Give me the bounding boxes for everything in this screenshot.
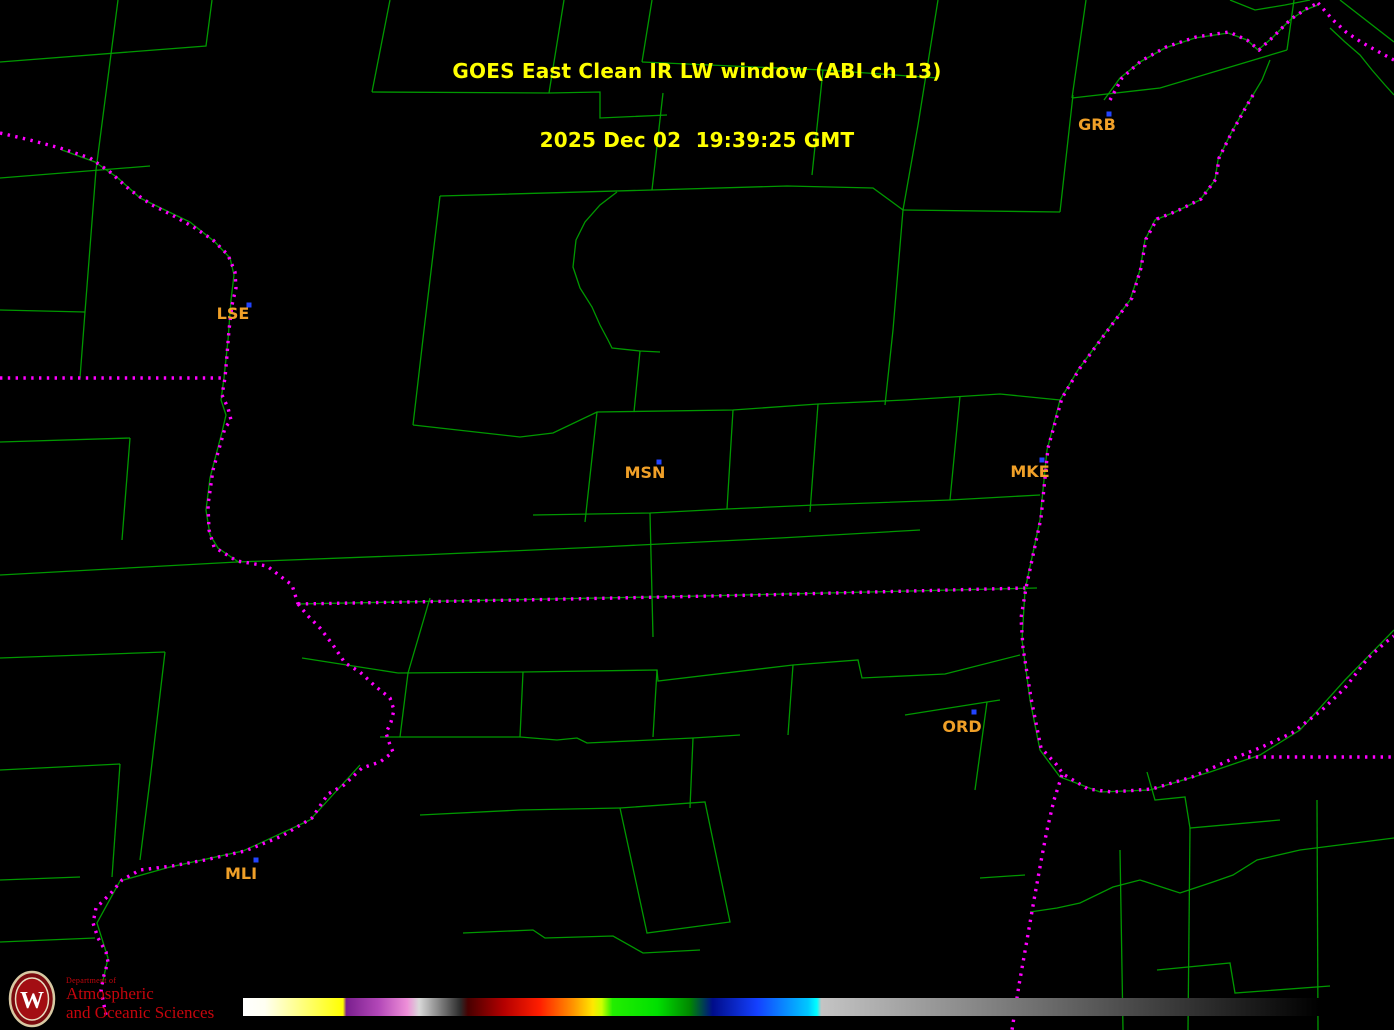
logo-line2: and Oceanic Sciences [66, 1003, 215, 1022]
state-border-dotted-line [1010, 774, 1064, 1030]
county-boundary-line [1229, 0, 1311, 11]
temperature-colorbar [243, 998, 1330, 1016]
county-boundary-line [380, 734, 741, 744]
city-label-lse: LSE [217, 304, 250, 323]
satellite-image-viewport: LSE GRB MSN MKE ORD MLI GOES East Clean IR LW… [0, 0, 1394, 1030]
city-label-mli: MLI [225, 864, 257, 883]
county-boundary-line [301, 657, 399, 674]
state-border-dotted-line [91, 602, 396, 1021]
county-boundary-line [809, 403, 819, 513]
county-boundary-line [1286, 0, 1295, 51]
county-boundary-line [0, 876, 81, 881]
county-boundary-line [1146, 771, 1281, 829]
county-boundary-line [0, 937, 96, 943]
county-boundary-line [689, 737, 694, 809]
county-boundary-line [641, 0, 653, 63]
county-boundary-line [519, 671, 524, 738]
state-boundaries [0, 1, 1394, 1030]
county-boundary-line [572, 191, 661, 353]
state-border-dotted-line [0, 131, 300, 605]
county-boundary-line [121, 437, 131, 541]
county-boundary-line [652, 669, 658, 738]
county-boundary-line [651, 92, 664, 191]
county-boundary-line [0, 437, 131, 443]
logo-line1: Atmospheric [66, 984, 154, 1003]
county-boundary-line [61, 149, 241, 564]
county-boundary-line [407, 597, 431, 674]
county-boundary-line [0, 763, 121, 771]
uw-aos-logo-text: Department of Atmospheric and Oceanic Sc… [66, 976, 214, 1022]
county-boundary-line [0, 651, 166, 659]
city-label-grb: GRB [1078, 115, 1116, 134]
uw-aos-logo: W Department of Atmospheric and Oceanic … [8, 970, 214, 1028]
county-boundary-line [1029, 837, 1394, 913]
county-boundary-line [79, 0, 119, 379]
county-boundary-line [371, 0, 391, 93]
city-markers: LSE GRB MSN MKE ORD MLI [217, 111, 1116, 883]
county-boundary-line [412, 195, 441, 426]
county-boundary-line [0, 309, 86, 313]
satellite-map: LSE GRB MSN MKE ORD MLI [0, 0, 1394, 1030]
county-boundary-line [399, 672, 409, 738]
county-boundary-line [439, 185, 904, 211]
county-boundary-line [1021, 59, 1394, 793]
county-boundary-line [619, 801, 731, 934]
county-boundary-line [787, 664, 794, 736]
city-label-msn: MSN [625, 463, 666, 482]
county-boundary-line [1071, 49, 1288, 99]
county-boundary-line [979, 874, 1026, 879]
county-boundary-line [371, 91, 668, 119]
county-boundary-line [462, 929, 701, 954]
city-label-mke: MKE [1010, 462, 1049, 481]
county-boundary-line [548, 0, 565, 94]
uw-crest-icon: W [8, 970, 56, 1028]
county-boundary-line [0, 0, 213, 63]
county-boundary-line [397, 654, 1021, 682]
county-boundary-line [1339, 0, 1394, 43]
city-dot-mli [253, 857, 259, 863]
county-boundary-line [817, 393, 1061, 405]
county-boundary-line [902, 0, 939, 211]
city-label-ord: ORD [942, 717, 981, 736]
county-boundary-line [811, 69, 824, 176]
county-boundary-line [902, 209, 1061, 213]
county-boundary-line [814, 494, 1041, 506]
county-boundary-line [584, 411, 598, 523]
county-boundary-line [633, 350, 641, 413]
county-boundary-line [1156, 962, 1331, 994]
county-boundary-line [1071, 0, 1087, 99]
city-dot-ord [971, 709, 977, 715]
county-boundary-line [412, 403, 819, 438]
county-boundary-line [0, 165, 151, 179]
county-boundary-line [532, 504, 816, 516]
county-boundary-line [0, 561, 238, 576]
county-boundary-line [641, 61, 939, 79]
county-boundary-line [111, 763, 121, 878]
uw-crest-letter: W [20, 988, 44, 1014]
county-boundary-line [1103, 4, 1319, 101]
county-boundary-line [949, 395, 961, 501]
county-boundary-line [726, 409, 734, 510]
county-boundary-line [974, 701, 988, 791]
county-boundary-line [1316, 799, 1319, 1030]
county-boundary-line [1329, 27, 1394, 96]
county-boundary-line [139, 651, 166, 861]
state-border-dotted-line [1108, 1, 1319, 101]
county-boundary-line [884, 209, 904, 406]
county-boundary-line [419, 807, 621, 816]
county-boundary-line [1059, 94, 1074, 213]
county-boundary-line [236, 529, 921, 563]
county-boundary-line [649, 512, 654, 638]
